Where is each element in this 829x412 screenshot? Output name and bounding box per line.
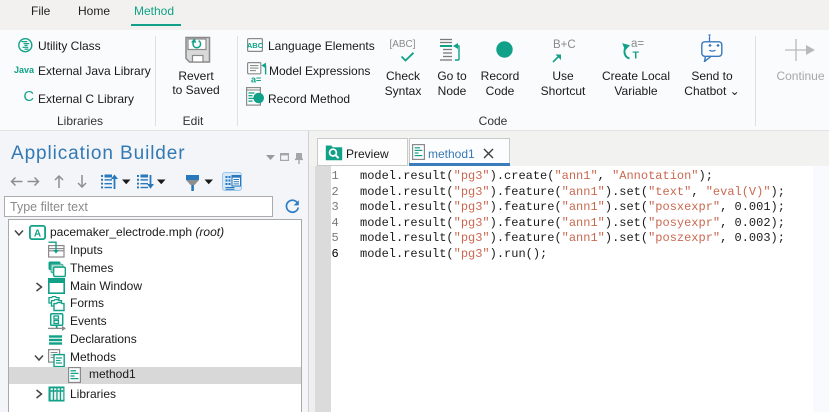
svg-text:a=: a= xyxy=(251,75,261,84)
svg-text:ABC: ABC xyxy=(247,41,263,50)
svg-text:a=: a= xyxy=(631,38,644,50)
svg-text:T: T xyxy=(633,50,640,62)
svg-text:A: A xyxy=(34,229,41,240)
